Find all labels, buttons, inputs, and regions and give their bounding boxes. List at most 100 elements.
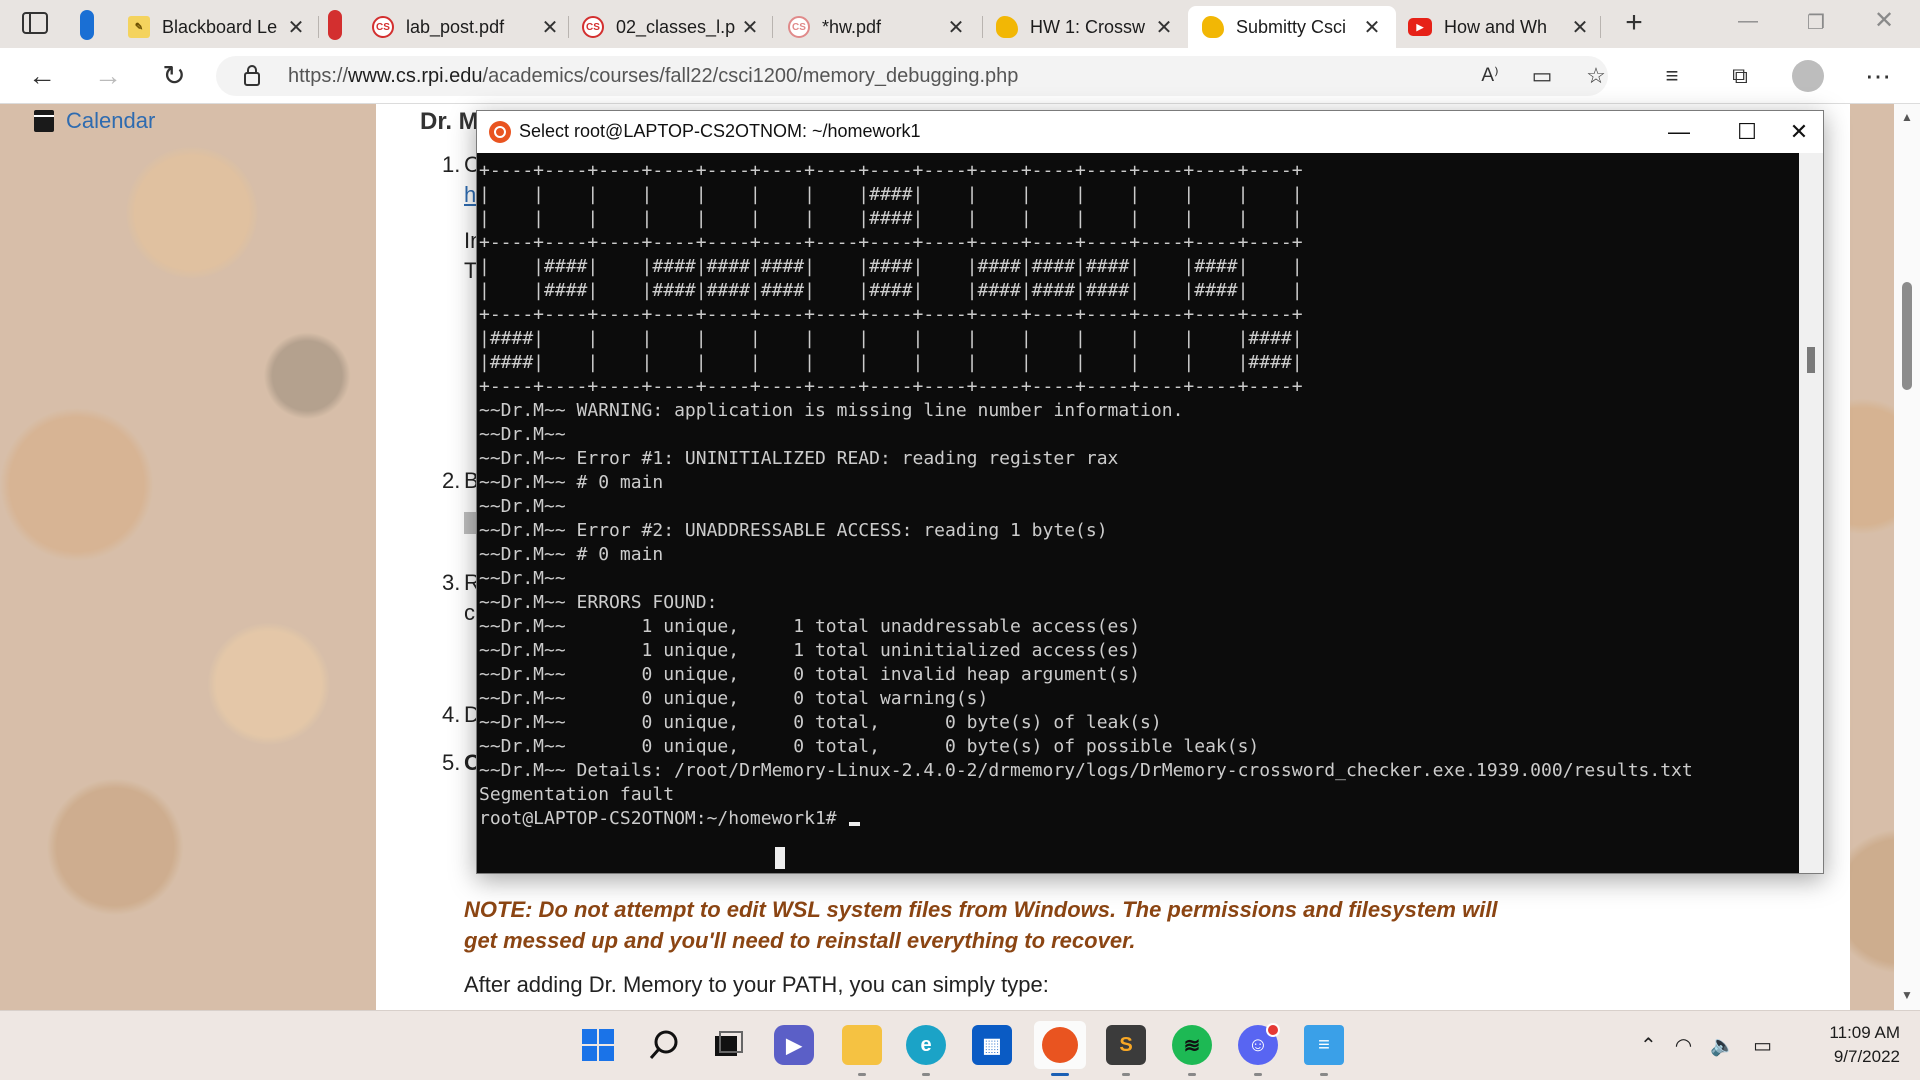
url-field[interactable]: https://www.cs.rpi.edu/academics/courses…: [216, 56, 1608, 96]
list-link-fragment[interactable]: h: [464, 182, 476, 208]
terminal-line: ~~Dr.M~~ Error #1: UNINITIALIZED READ: r…: [479, 448, 1119, 469]
back-icon[interactable]: ←: [24, 60, 60, 92]
new-tab-button[interactable]: +: [1616, 6, 1652, 40]
close-tab-icon[interactable]: ✕: [738, 15, 762, 40]
terminal-line: ~~Dr.M~~ WARNING: application is missing…: [479, 400, 1184, 421]
terminal-window[interactable]: Select root@LAPTOP-CS2OTNOM: ~/homework1…: [476, 110, 1824, 874]
scrollbar-thumb[interactable]: [1902, 282, 1912, 390]
terminal-line: | |####| |####|####|####| |####| |####|#…: [479, 256, 1303, 277]
terminal-line: +----+----+----+----+----+----+----+----…: [479, 304, 1303, 325]
tab-actions-icon[interactable]: [22, 12, 48, 34]
calendar-link[interactable]: Calendar: [34, 108, 155, 134]
minimize-button[interactable]: —: [1728, 10, 1768, 33]
page-scrollbar[interactable]: ▲ ▼: [1894, 104, 1920, 1010]
task-view-icon[interactable]: [708, 1025, 748, 1065]
section-heading: Dr. M: [420, 108, 479, 135]
terminal-minimize-button[interactable]: —: [1657, 115, 1701, 149]
calendar-icon: [34, 110, 54, 132]
collections-icon[interactable]: ⧉: [1722, 58, 1758, 94]
terminal-line: |####| | | | | | | | | | | | | |####|: [479, 352, 1303, 373]
terminal-maximize-button[interactable]: ☐: [1725, 115, 1769, 149]
tab-divider: [568, 16, 569, 38]
tab-divider: [1600, 16, 1601, 38]
close-window-button[interactable]: ✕: [1864, 6, 1904, 35]
battery-icon[interactable]: ▭: [1753, 1033, 1772, 1058]
clock[interactable]: 11:09 AM 9/7/2022: [1800, 1021, 1900, 1069]
list-number: 2.: [442, 468, 461, 493]
terminal-scrollbar[interactable]: [1799, 153, 1823, 873]
terminal-line: root@LAPTOP-CS2OTNOM:~/homework1#: [479, 807, 1799, 831]
chevron-up-icon[interactable]: ⌃: [1640, 1033, 1657, 1058]
edge-icon[interactable]: e: [906, 1025, 946, 1065]
list-number: 1.: [442, 152, 461, 177]
tab-3[interactable]: CS *hw.pdf ✕: [788, 6, 968, 48]
ubuntu-icon: [1042, 1027, 1078, 1063]
restore-button[interactable]: ❐: [1796, 10, 1836, 35]
terminal-line: ~~Dr.M~~ 1 unique, 1 total uninitialized…: [479, 640, 1141, 661]
terminal-output[interactable]: +----+----+----+----+----+----+----+----…: [477, 153, 1799, 873]
notepad-icon[interactable]: ≡: [1304, 1025, 1344, 1065]
terminal-line: ~~Dr.M~~ Details: /root/DrMemory-Linux-2…: [479, 760, 1693, 781]
close-tab-icon[interactable]: ✕: [1568, 15, 1592, 40]
tab-bar: ✎ Blackboard Le ✕ CS lab_post.pdf ✕ CS 0…: [0, 0, 1920, 48]
close-tab-icon[interactable]: ✕: [1152, 15, 1176, 40]
tab-6[interactable]: ▶ How and Wh ✕: [1408, 6, 1592, 48]
url-path: /academics/courses/fall22/csci1200/memor…: [482, 65, 1019, 87]
clock-time: 11:09 AM: [1829, 1023, 1900, 1042]
list-number: 3.: [442, 570, 461, 595]
workspace-icon[interactable]: [80, 10, 94, 40]
favorites-icon[interactable]: ≡: [1654, 58, 1690, 94]
lock-icon[interactable]: [244, 64, 260, 86]
submitty-icon: [1202, 16, 1224, 38]
terminal-close-button[interactable]: ✕: [1777, 115, 1821, 149]
immersive-reader-icon[interactable]: ▭: [1524, 58, 1560, 94]
profile-avatar[interactable]: [1790, 58, 1826, 94]
url-text: https://www.cs.rpi.edu/academics/courses…: [288, 65, 1018, 88]
add-favorite-icon[interactable]: ☆: [1578, 58, 1614, 94]
spotify-icon[interactable]: ≋: [1172, 1025, 1212, 1065]
teams-chat-icon[interactable]: ▶: [774, 1025, 814, 1065]
running-indicator: [858, 1073, 866, 1076]
more-menu-icon[interactable]: ⋯: [1860, 58, 1896, 94]
list-number: 4.: [442, 702, 461, 727]
calendar-label: Calendar: [66, 108, 156, 133]
terminal-line: ~~Dr.M~~ 0 unique, 0 total warning(s): [479, 688, 989, 709]
terminal-line: | |####| |####|####|####| |####| |####|#…: [479, 280, 1303, 301]
cs-icon: CS: [788, 16, 810, 38]
terminal-title: Select root@LAPTOP-CS2OTNOM: ~/homework1: [519, 121, 921, 141]
close-tab-icon[interactable]: ✕: [944, 15, 968, 40]
close-tab-icon[interactable]: ✕: [1360, 15, 1384, 40]
sublime-text-icon[interactable]: S: [1106, 1025, 1146, 1065]
list-text-fragment: c: [464, 600, 475, 625]
terminal-line: ~~Dr.M~~ # 0 main: [479, 544, 664, 565]
ubuntu-taskbar-button[interactable]: [1034, 1021, 1086, 1069]
close-tab-icon[interactable]: ✕: [284, 15, 308, 40]
close-tab-icon[interactable]: ✕: [538, 15, 562, 40]
pinned-tab-icon[interactable]: [328, 10, 342, 40]
search-icon[interactable]: [644, 1025, 684, 1065]
wifi-icon[interactable]: ◠: [1675, 1033, 1692, 1058]
tab-1[interactable]: CS lab_post.pdf ✕: [372, 6, 562, 48]
scroll-down-arrow-icon[interactable]: ▼: [1901, 988, 1913, 1002]
tab-0[interactable]: ✎ Blackboard Le ✕: [128, 6, 308, 48]
scroll-up-arrow-icon[interactable]: ▲: [1901, 110, 1913, 124]
notification-badge: [1266, 1023, 1280, 1037]
read-aloud-icon[interactable]: A⁾: [1472, 58, 1508, 94]
file-explorer-icon[interactable]: [842, 1025, 882, 1065]
terminal-title-bar[interactable]: Select root@LAPTOP-CS2OTNOM: ~/homework1…: [477, 111, 1823, 153]
tab-label: Blackboard Le: [162, 16, 278, 37]
tab-4[interactable]: HW 1: Crossw ✕: [996, 6, 1176, 48]
terminal-scrollbar-thumb[interactable]: [1807, 347, 1815, 373]
tab-2[interactable]: CS 02_classes_l.p ✕: [582, 6, 762, 48]
tab-label: 02_classes_l.p: [616, 16, 736, 37]
tab-label: How and Wh: [1444, 16, 1548, 37]
refresh-icon[interactable]: ↻: [156, 60, 192, 92]
running-indicator: [1188, 1073, 1196, 1076]
tab-5[interactable]: Submitty Csci ✕: [1188, 6, 1396, 48]
volume-icon[interactable]: 🔈: [1710, 1033, 1735, 1058]
start-icon[interactable]: [578, 1025, 618, 1065]
store-icon[interactable]: ▦: [972, 1025, 1012, 1065]
taskbar: ▶ e ▦ S ≋ ☺ ≡ ⌃ ◠ 🔈 ▭ 11:09 AM 9/7/2022: [0, 1010, 1920, 1080]
forward-icon[interactable]: →: [90, 60, 126, 92]
running-indicator: [1254, 1073, 1262, 1076]
